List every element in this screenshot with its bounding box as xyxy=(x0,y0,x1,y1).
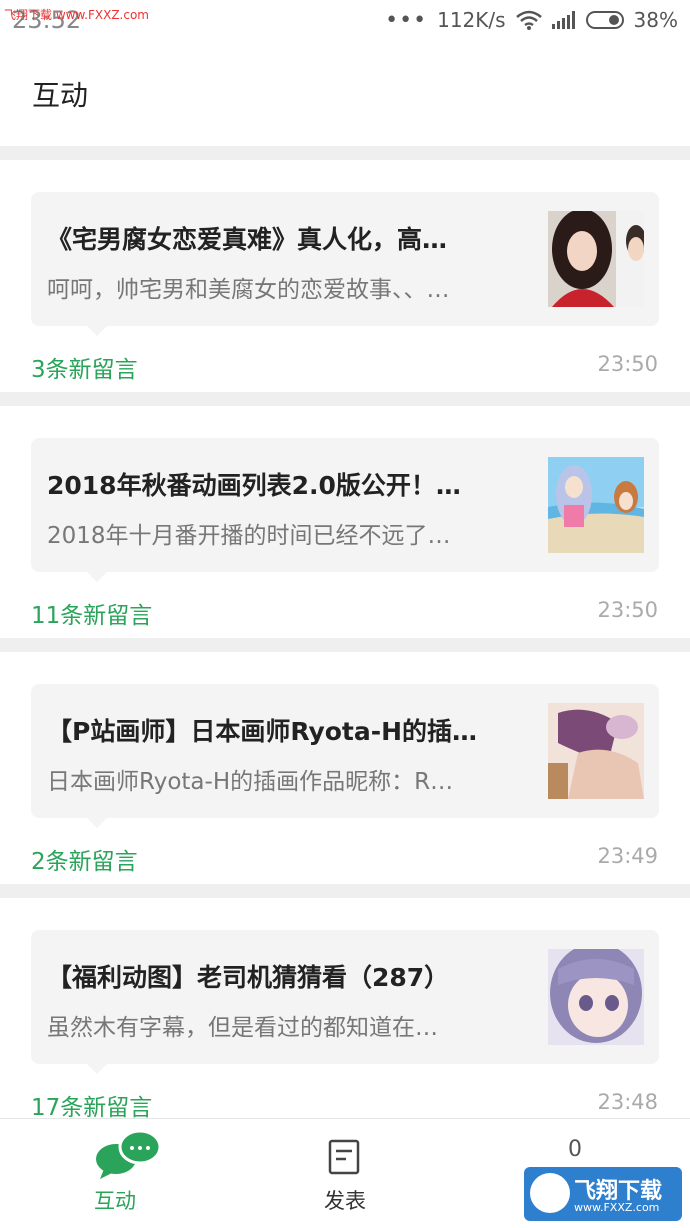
article-title: 【P站画师】日本画师Ryota-H的插… xyxy=(47,717,478,746)
timestamp: 23:48 xyxy=(597,1090,658,1114)
article-bubble[interactable]: 【福利动图】老司机猜猜看（287） 虽然木有字幕，但是看过的都知道在… xyxy=(31,930,659,1074)
timestamp: 23:50 xyxy=(597,598,658,622)
page-title: 互动 xyxy=(32,79,89,112)
new-comments-count[interactable]: 11条新留言 xyxy=(31,596,152,630)
new-comments-count[interactable]: 2条新留言 xyxy=(31,842,138,876)
network-speed: 112K/s xyxy=(437,8,506,32)
article-thumbnail xyxy=(548,703,644,799)
watermark-logo-sub: www.FXXZ.com xyxy=(574,1201,660,1214)
message-card[interactable]: 2018年秋番动画列表2.0版公开！… 2018年十月番开播的时间已经不远了… … xyxy=(0,406,690,638)
new-comments-count[interactable]: 17条新留言 xyxy=(31,1088,152,1122)
article-summary: 日本画师Ryota-H的插画作品昵称：R… xyxy=(47,769,454,795)
message-card[interactable]: 《宅男腐女恋爱真难》真人化，高… 呵呵，帅宅男和美腐女的恋爱故事、、… 3条新留… xyxy=(0,160,690,392)
battery-percent: 38% xyxy=(633,8,678,32)
tab-profile-badge: 0 xyxy=(568,1137,582,1162)
article-summary: 呵呵，帅宅男和美腐女的恋爱故事、、… xyxy=(47,277,450,303)
status-bar: 23:52 飞翔下载 www.FXXZ.com ••• 112K/s 38% xyxy=(0,0,690,42)
watermark-text: 飞翔下载 www.FXXZ.com xyxy=(4,8,149,22)
wifi-icon xyxy=(515,10,542,30)
message-card[interactable]: 【福利动图】老司机猜猜看（287） 虽然木有字幕，但是看过的都知道在… 17条新… xyxy=(0,898,690,1130)
chat-bubbles-icon xyxy=(96,1129,162,1179)
divider xyxy=(0,884,690,898)
message-card[interactable]: 【P站画师】日本画师Ryota-H的插… 日本画师Ryota-H的插画作品昵称：… xyxy=(0,652,690,884)
article-bubble[interactable]: 【P站画师】日本画师Ryota-H的插… 日本画师Ryota-H的插画作品昵称：… xyxy=(31,684,659,828)
watermark-logo-icon xyxy=(530,1173,570,1213)
tab-publish-label: 发表 xyxy=(324,1189,366,1213)
tab-interaction-label: 互动 xyxy=(94,1189,136,1213)
article-bubble[interactable]: 2018年秋番动画列表2.0版公开！… 2018年十月番开播的时间已经不远了… xyxy=(31,438,659,582)
article-thumbnail xyxy=(548,211,644,307)
article-summary: 2018年十月番开播的时间已经不远了… xyxy=(47,523,451,549)
article-thumbnail xyxy=(548,949,644,1045)
signal-icon xyxy=(551,11,575,29)
article-summary: 虽然木有字幕，但是看过的都知道在… xyxy=(47,1015,438,1041)
more-dots-icon: ••• xyxy=(385,7,428,33)
article-title: 2018年秋番动画列表2.0版公开！… xyxy=(47,471,461,500)
divider xyxy=(0,392,690,406)
timestamp: 23:49 xyxy=(597,844,658,868)
article-title: 《宅男腐女恋爱真难》真人化，高… xyxy=(47,225,448,254)
tab-interaction[interactable]: 互动 xyxy=(0,1119,230,1228)
watermark-logo: 飞翔下载 www.FXXZ.com xyxy=(524,1167,682,1221)
new-comments-count[interactable]: 3条新留言 xyxy=(31,350,138,384)
divider xyxy=(0,638,690,652)
document-icon xyxy=(328,1139,360,1175)
article-bubble[interactable]: 《宅男腐女恋爱真难》真人化，高… 呵呵，帅宅男和美腐女的恋爱故事、、… xyxy=(31,192,659,336)
bottom-tab-bar: 互动 发表 0 飞翔下载 www.FXXZ.com xyxy=(0,1118,690,1228)
divider xyxy=(0,146,690,160)
tab-publish[interactable]: 发表 xyxy=(230,1119,460,1228)
page-header: 互动 xyxy=(0,42,690,146)
timestamp: 23:50 xyxy=(597,352,658,376)
article-title: 【福利动图】老司机猜猜看（287） xyxy=(47,963,450,992)
article-thumbnail xyxy=(548,457,644,553)
battery-icon xyxy=(585,11,624,29)
tab-profile[interactable]: 0 飞翔下载 www.FXXZ.com xyxy=(460,1119,690,1228)
status-indicators: ••• 112K/s 38% xyxy=(385,6,678,34)
